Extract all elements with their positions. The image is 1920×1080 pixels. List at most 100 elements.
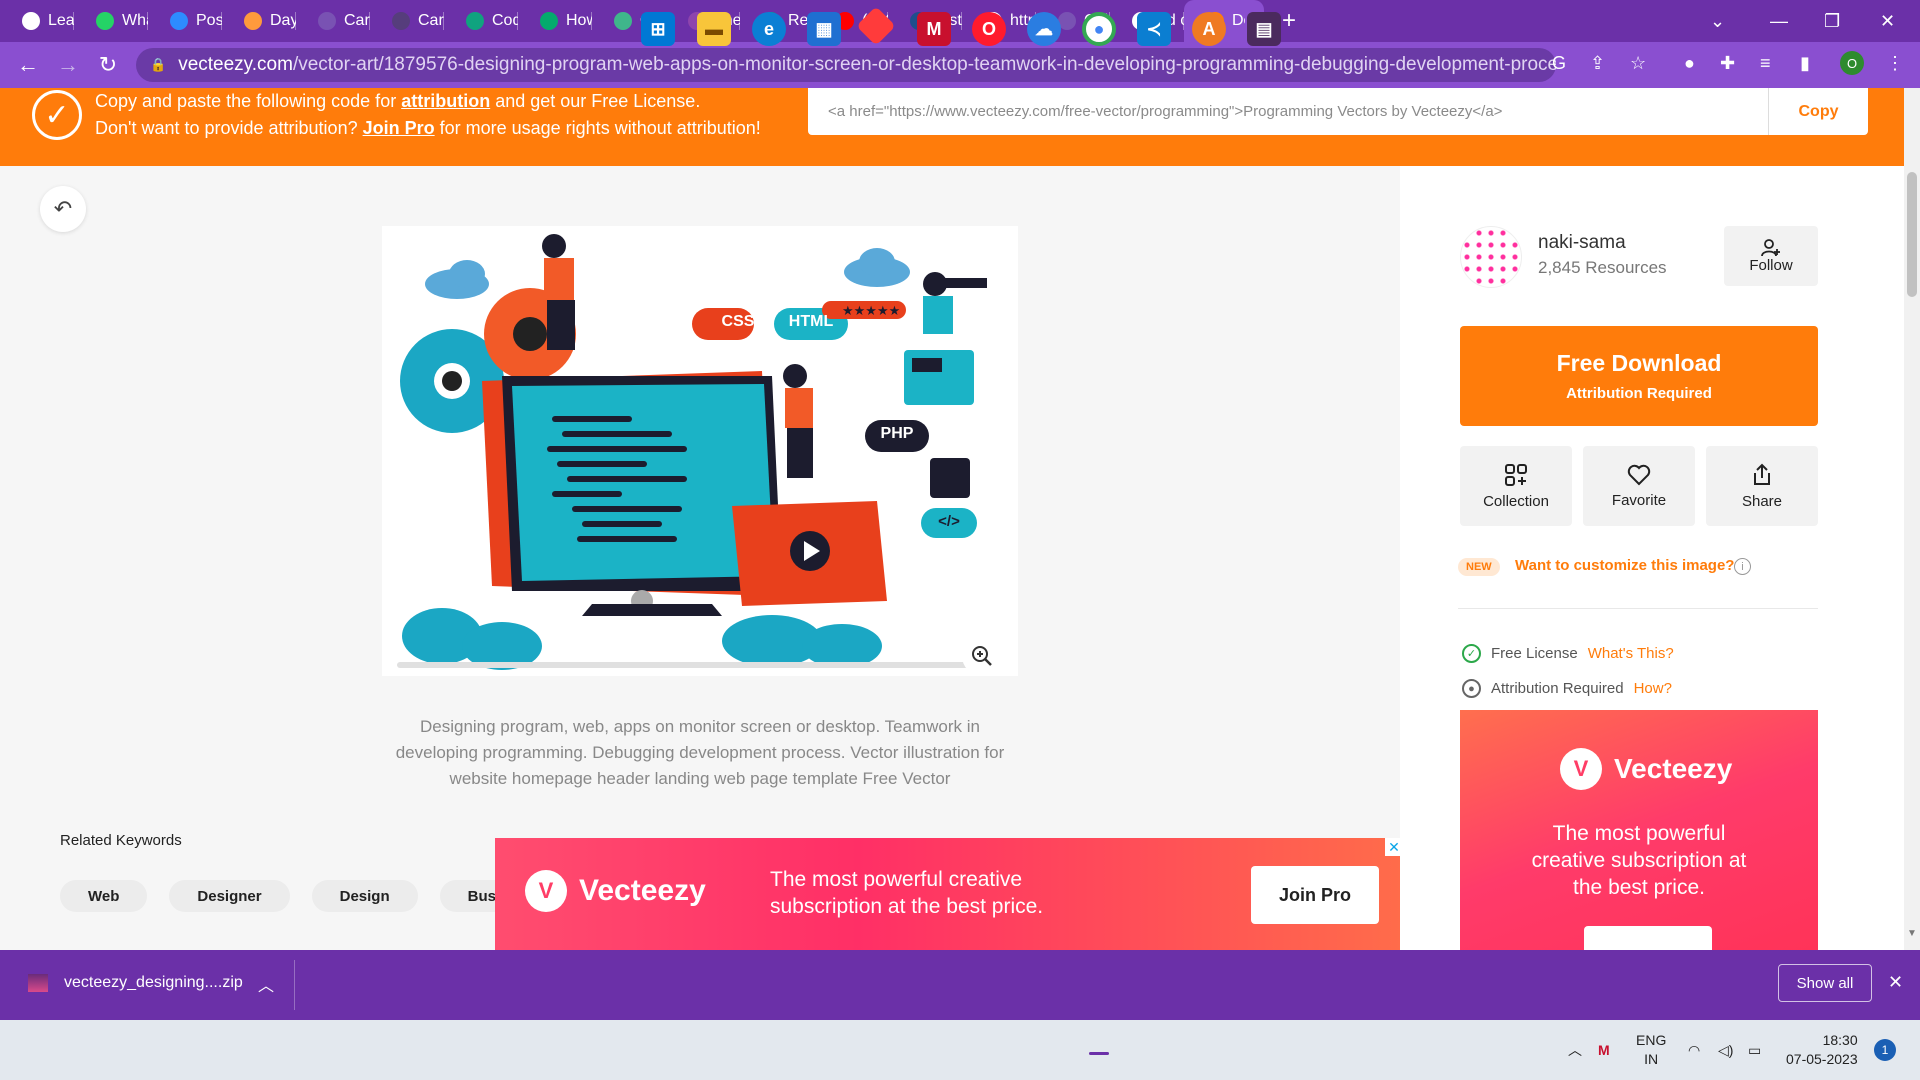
new-tab-button[interactable]: + xyxy=(1282,7,1296,35)
zip-archive-icon xyxy=(28,974,48,992)
info-icon[interactable]: i xyxy=(1734,558,1751,575)
windows-start-icon[interactable]: ⊞ xyxy=(641,12,675,46)
vscode-icon[interactable]: ≺ xyxy=(1137,12,1171,46)
vector-preview[interactable]: ★★★★★ CSS HTML PHP </> xyxy=(382,226,1018,676)
tab-search-icon[interactable]: ⌄ xyxy=(1710,0,1725,42)
page-scrollbar[interactable]: ▲ ▼ xyxy=(1904,88,1920,950)
copy-button[interactable]: Copy xyxy=(1768,88,1868,135)
tab-1[interactable]: Whats xyxy=(74,0,148,42)
extension-icon[interactable]: ● xyxy=(1684,53,1695,74)
address-bar[interactable]: 🔒 vecteezy.com/vector-art/1879576-design… xyxy=(136,48,1556,82)
google-lens-icon[interactable]: G xyxy=(1552,53,1566,74)
user-circle-icon: ● xyxy=(1462,679,1481,698)
clock[interactable]: 18:30 07-05-2023 xyxy=(1786,1020,1858,1080)
tab-3[interactable]: Day 3 xyxy=(222,0,296,42)
tab-label: Day 3 xyxy=(270,12,296,29)
favorite-button[interactable]: Favorite xyxy=(1583,446,1695,526)
winrar-icon[interactable]: ▤ xyxy=(1247,12,1281,46)
css-tag-label: CSS xyxy=(721,313,755,330)
language-indicator[interactable]: ENG IN xyxy=(1636,1020,1666,1080)
how-link[interactable]: How? xyxy=(1634,680,1672,697)
show-hidden-icons[interactable]: ︿ xyxy=(1568,1020,1582,1080)
ad-cta-button[interactable] xyxy=(1584,926,1712,950)
bootstrap-dark-icon xyxy=(392,12,410,30)
tab-6[interactable]: Codin xyxy=(444,0,518,42)
customize-image-link[interactable]: Want to customize this image? xyxy=(1515,557,1734,574)
reload-button[interactable]: ↻ xyxy=(88,52,128,78)
author-name[interactable]: naki-sama xyxy=(1538,232,1626,254)
tab-label: Learni xyxy=(48,12,74,29)
keyword-chip[interactable]: Designer xyxy=(169,880,290,912)
back-button[interactable]: ← xyxy=(8,52,48,78)
download-item[interactable]: vecteezy_designing....zip xyxy=(28,974,243,992)
lightning-icon xyxy=(244,12,262,30)
follow-button[interactable]: Follow xyxy=(1724,226,1818,286)
mcafee-icon[interactable]: M xyxy=(917,12,951,46)
show-all-button[interactable]: Show all xyxy=(1778,964,1872,1002)
bookmark-star-icon[interactable]: ☆ xyxy=(1630,53,1646,74)
share-button[interactable]: Share xyxy=(1706,446,1818,526)
store-icon[interactable]: ▦ xyxy=(807,12,841,46)
restore-button[interactable]: ❐ xyxy=(1824,0,1840,42)
pro-ad-banner[interactable]: V Vecteezy The most powerful creative subs… xyxy=(495,838,1403,950)
profile-avatar[interactable]: O xyxy=(1840,51,1864,75)
battery-icon[interactable]: ▭ xyxy=(1748,1020,1761,1080)
attribution-banner: ✓ Copy and paste the following code for … xyxy=(0,88,1904,166)
notification-center[interactable]: 1 xyxy=(1874,1020,1896,1080)
volume-icon[interactable]: ◁) xyxy=(1718,1020,1733,1080)
forward-button[interactable]: → xyxy=(48,52,88,78)
tab-strip: Learni Whats Post A Day 3 Carou Cards Codin How… xyxy=(0,0,1920,42)
author-avatar[interactable] xyxy=(1460,226,1522,288)
keyword-chip[interactable]: Web xyxy=(60,880,148,912)
mcafee-tray-icon[interactable]: M xyxy=(1598,1020,1610,1080)
zoom-in-icon[interactable] xyxy=(962,636,1002,676)
divider xyxy=(1458,608,1818,609)
programming-illustration: ★★★★★ xyxy=(397,234,997,670)
whats-this-link[interactable]: What's This? xyxy=(1588,645,1674,662)
minimize-button[interactable]: — xyxy=(1770,0,1788,42)
attribution-link[interactable]: attribution xyxy=(401,91,490,111)
tab-label: De xyxy=(1232,12,1245,29)
close-shelf-icon[interactable]: ✕ xyxy=(1888,972,1903,993)
vecteezy-logo-icon: V xyxy=(525,870,567,912)
side-ad-banner[interactable]: V Vecteezy The most powerful creative subs… xyxy=(1460,710,1818,950)
tab-7[interactable]: How T xyxy=(518,0,592,42)
share-icon xyxy=(1754,463,1770,485)
chevron-up-icon[interactable]: ︿ xyxy=(258,972,274,996)
share-page-icon[interactable]: ⇪ xyxy=(1590,53,1605,74)
vecteezy-logo: V Vecteezy xyxy=(525,870,706,912)
edge-icon[interactable]: e xyxy=(752,12,786,46)
vector-description: Designing program, web, apps on monitor … xyxy=(395,717,1005,788)
w3-icon xyxy=(540,12,558,30)
opera-icon[interactable]: O xyxy=(972,12,1006,46)
close-window-button[interactable]: ✕ xyxy=(1880,0,1895,42)
tab-4[interactable]: Carou xyxy=(296,0,370,42)
attribution-required-row: ● Attribution Required How? xyxy=(1462,679,1672,698)
chrome-icon[interactable]: ● xyxy=(1082,12,1116,46)
app-icon[interactable]: A xyxy=(1192,12,1226,46)
tab-2[interactable]: Post A xyxy=(148,0,222,42)
ad-tagline: The most powerful creative subscription a… xyxy=(770,868,1044,918)
media-control-icon[interactable]: ≡ xyxy=(1760,53,1771,74)
html-tag-label: HTML xyxy=(788,313,834,330)
keyword-chip[interactable]: Design xyxy=(311,880,418,912)
browser-menu-icon[interactable]: ⋮ xyxy=(1886,53,1904,74)
tab-0[interactable]: Learni xyxy=(0,0,74,42)
wifi-icon[interactable]: ◠ xyxy=(1688,1020,1700,1080)
globe-icon xyxy=(22,12,40,30)
tab-label: How T xyxy=(566,12,592,29)
join-pro-button[interactable]: Join Pro xyxy=(1251,866,1379,924)
php-tag-label: PHP xyxy=(880,425,914,442)
back-undo-icon[interactable]: ↶ xyxy=(40,186,86,232)
free-download-button[interactable]: Free Download Attribution Required xyxy=(1460,326,1818,426)
collection-button[interactable]: Collection xyxy=(1460,446,1572,526)
tab-5[interactable]: Cards xyxy=(370,0,444,42)
heart-icon xyxy=(1627,464,1651,485)
side-panel-icon[interactable]: ▮ xyxy=(1800,53,1810,74)
vecteezy-logo: V Vecteezy xyxy=(1560,748,1732,790)
weather-icon[interactable]: ☁ xyxy=(1027,12,1061,46)
attribution-code[interactable]: <a href="https://www.vecteezy.com/free-v… xyxy=(808,103,1768,120)
file-explorer-icon[interactable]: ▬ xyxy=(697,12,731,46)
extensions-puzzle-icon[interactable]: ✚ xyxy=(1720,53,1735,74)
join-pro-link[interactable]: Join Pro xyxy=(363,118,435,138)
